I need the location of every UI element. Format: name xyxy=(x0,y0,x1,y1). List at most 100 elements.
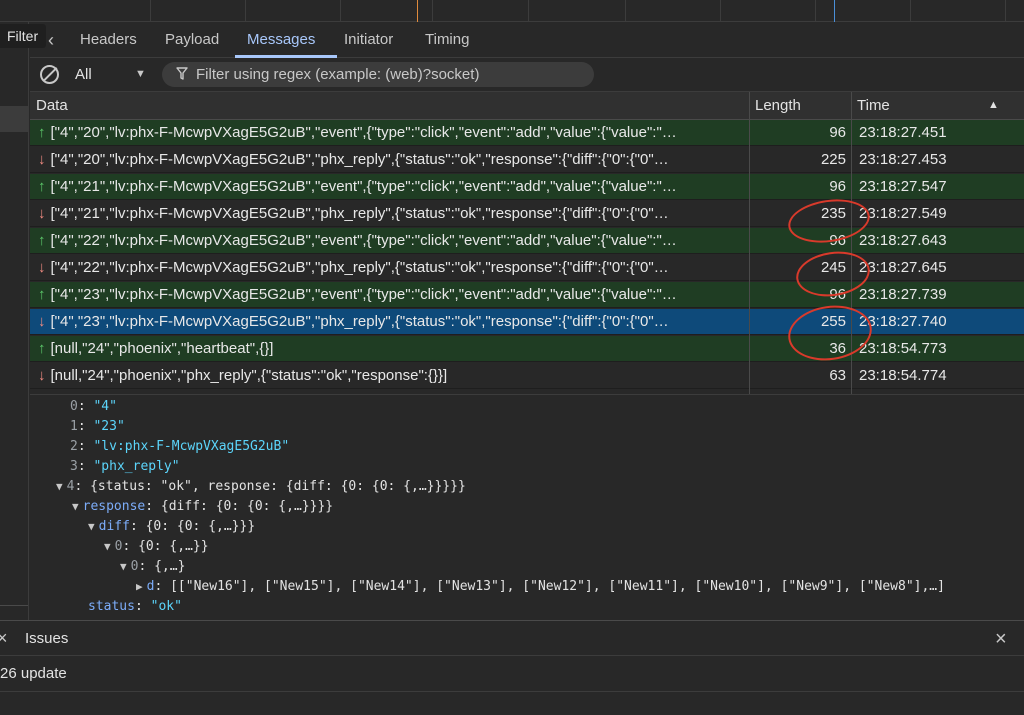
tree-separator: : xyxy=(77,419,94,434)
table-row[interactable]: ↑ [null,"24","phoenix","heartbeat",{}] 36 2… xyxy=(30,336,1024,362)
column-header-length[interactable]: Length xyxy=(755,97,801,114)
table-row[interactable]: ↑ ["4","20","lv:phx-F-McwpVXagE5G2uB","ev… xyxy=(30,120,1024,146)
tree-value: {diff: {0: {0: {,…}}}} xyxy=(160,499,334,514)
collapsed-triangle-icon[interactable]: ▶ xyxy=(136,580,143,593)
tree-separator: : xyxy=(74,479,91,494)
tree-separator: : xyxy=(154,579,171,594)
message-data-text: [null,"24","phoenix","heartbeat",{}] xyxy=(50,340,274,357)
arrow-up-icon: ↑ xyxy=(38,124,46,141)
message-time-cell: 23:18:27.453 xyxy=(859,151,947,168)
chevron-left-icon[interactable]: ‹ xyxy=(48,30,54,51)
tree-node[interactable]: ▼ 0: {0: {,…}} xyxy=(104,539,209,554)
tree-value: "phx_reply" xyxy=(93,459,180,474)
expanded-triangle-icon[interactable]: ▼ xyxy=(56,480,63,493)
tree-node[interactable]: ▼ diff: {0: {0: {,…}}} xyxy=(88,519,255,534)
tree-separator: : xyxy=(129,519,146,534)
tab-payload[interactable]: Payload xyxy=(165,31,219,48)
expanded-triangle-icon[interactable]: ▼ xyxy=(120,560,127,573)
tab-headers[interactable]: Headers xyxy=(80,31,137,48)
tree-node: status: "ok" xyxy=(88,599,182,614)
expanded-triangle-icon[interactable]: ▼ xyxy=(72,500,79,513)
message-data-text: ["4","21","lv:phx-F-McwpVXagE5G2uB","eve… xyxy=(50,178,677,195)
column-header-data[interactable]: Data xyxy=(36,97,68,114)
tree-value: {0: {0: {,…}}} xyxy=(145,519,256,534)
table-row[interactable]: ↓ [null,"24","phoenix","phx_reply",{"stat… xyxy=(30,363,1024,389)
tree-node[interactable]: ▼ 4: {status: "ok", response: {diff: {0: … xyxy=(56,479,466,494)
filter-button[interactable]: Filter xyxy=(0,24,46,48)
message-data-cell: ↓ ["4","23","lv:phx-F-McwpVXagE5G2uB","ph… xyxy=(38,313,748,330)
table-row[interactable]: ↑ ["4","23","lv:phx-F-McwpVXagE5G2uB","ev… xyxy=(30,282,1024,308)
request-list-selected-row[interactable] xyxy=(0,106,28,132)
tree-separator: : xyxy=(138,559,155,574)
issues-summary: 26 update xyxy=(0,665,67,682)
table-row[interactable]: ↓ ["4","23","lv:phx-F-McwpVXagE5G2uB","ph… xyxy=(30,309,1024,335)
tab-initiator[interactable]: Initiator xyxy=(344,31,393,48)
message-time-cell: 23:18:27.645 xyxy=(859,259,947,276)
table-row[interactable]: ↑ ["4","22","lv:phx-F-McwpVXagE5G2uB","ev… xyxy=(30,228,1024,254)
table-row[interactable]: ↓ ["4","21","lv:phx-F-McwpVXagE5G2uB","ph… xyxy=(30,201,1024,227)
tree-separator: : xyxy=(145,499,161,514)
arrow-down-icon: ↓ xyxy=(38,313,46,330)
message-time-cell: 23:18:27.549 xyxy=(859,205,947,222)
message-time-cell: 23:18:54.774 xyxy=(859,367,947,384)
column-header-time[interactable]: Time xyxy=(857,97,890,114)
message-length-cell: 96 xyxy=(829,124,846,141)
close-icon[interactable]: × xyxy=(0,628,8,649)
drawer-body xyxy=(0,692,1024,715)
tree-value: {,…} xyxy=(154,559,186,574)
tree-key: 0 xyxy=(70,399,78,414)
tree-value: "4" xyxy=(93,399,117,414)
tree-key: response xyxy=(82,499,146,514)
tree-node: 0: "4" xyxy=(70,399,117,414)
waterfall-gridline xyxy=(150,0,151,22)
message-data-text: ["4","23","lv:phx-F-McwpVXagE5G2uB","phx… xyxy=(50,313,669,330)
tree-node: 2: "lv:phx-F-McwpVXagE5G2uB" xyxy=(70,439,289,454)
waterfall-gridline xyxy=(910,0,911,22)
message-data-cell: ↑ ["4","20","lv:phx-F-McwpVXagE5G2uB","ev… xyxy=(38,124,748,141)
message-type-select[interactable]: All xyxy=(75,66,92,83)
waterfall-marker xyxy=(417,0,418,22)
table-row[interactable]: ↓ ["4","20","lv:phx-F-McwpVXagE5G2uB","ph… xyxy=(30,147,1024,173)
tree-value: [["New16"], ["New15"], ["New14"], ["New1… xyxy=(170,579,945,594)
tree-separator: : xyxy=(77,399,94,414)
tree-node[interactable]: ▼ response: {diff: {0: {0: {,…}}}} xyxy=(72,499,333,514)
tree-key: status xyxy=(88,599,135,614)
filter-input[interactable]: Filter using regex (example: (web)?socke… xyxy=(162,62,594,87)
message-data-text: [null,"24","phoenix","phx_reply",{"statu… xyxy=(50,367,448,384)
arrow-up-icon: ↑ xyxy=(38,340,46,357)
close-drawer-icon[interactable]: × xyxy=(995,628,1007,651)
waterfall-gridline xyxy=(1005,0,1006,22)
message-length-cell: 63 xyxy=(829,367,846,384)
arrow-up-icon: ↑ xyxy=(38,178,46,195)
waterfall-marker xyxy=(834,0,835,22)
message-data-cell: ↓ [null,"24","phoenix","phx_reply",{"stat… xyxy=(38,367,748,384)
message-data-cell: ↓ ["4","20","lv:phx-F-McwpVXagE5G2uB","ph… xyxy=(38,151,748,168)
tree-value: {0: {,…}} xyxy=(138,539,209,554)
clear-messages-icon[interactable] xyxy=(40,65,59,84)
message-detail-tree: 0: "4" 1: "23" 2: "lv:phx-F-McwpVXagE5G2uB… xyxy=(30,394,1024,620)
message-data-text: ["4","23","lv:phx-F-McwpVXagE5G2uB","eve… xyxy=(50,286,677,303)
message-time-cell: 23:18:27.451 xyxy=(859,124,947,141)
issues-tab[interactable]: Issues xyxy=(25,630,68,647)
message-data-cell: ↓ ["4","21","lv:phx-F-McwpVXagE5G2uB","ph… xyxy=(38,205,748,222)
messages-table: Data Length Time ▲ ↑ ["4","20","lv:phx-F-… xyxy=(30,92,1024,394)
funnel-icon xyxy=(176,67,188,80)
table-row[interactable]: ↓ ["4","22","lv:phx-F-McwpVXagE5G2uB","ph… xyxy=(30,255,1024,281)
tree-value: "ok" xyxy=(150,599,182,614)
waterfall-gridline xyxy=(245,0,246,22)
column-divider xyxy=(749,92,750,394)
tree-key: 2 xyxy=(70,439,78,454)
tab-timing[interactable]: Timing xyxy=(425,31,469,48)
tree-separator: : xyxy=(134,599,151,614)
tab-messages[interactable]: Messages xyxy=(247,31,315,48)
tree-node[interactable]: ▼ 0: {,…} xyxy=(120,559,185,574)
tree-node[interactable]: ▶ d: [["New16"], ["New15"], ["New14"], ["… xyxy=(136,579,945,594)
expanded-triangle-icon[interactable]: ▼ xyxy=(88,520,95,533)
filter-placeholder: Filter using regex (example: (web)?socke… xyxy=(196,66,480,83)
table-row[interactable]: ↑ ["4","21","lv:phx-F-McwpVXagE5G2uB","ev… xyxy=(30,174,1024,200)
issues-content: 26 update xyxy=(0,656,1024,692)
tree-separator: : xyxy=(122,539,139,554)
dropdown-caret-icon[interactable]: ▼ xyxy=(135,68,146,80)
tree-value: "lv:phx-F-McwpVXagE5G2uB" xyxy=(93,439,290,454)
expanded-triangle-icon[interactable]: ▼ xyxy=(104,540,111,553)
